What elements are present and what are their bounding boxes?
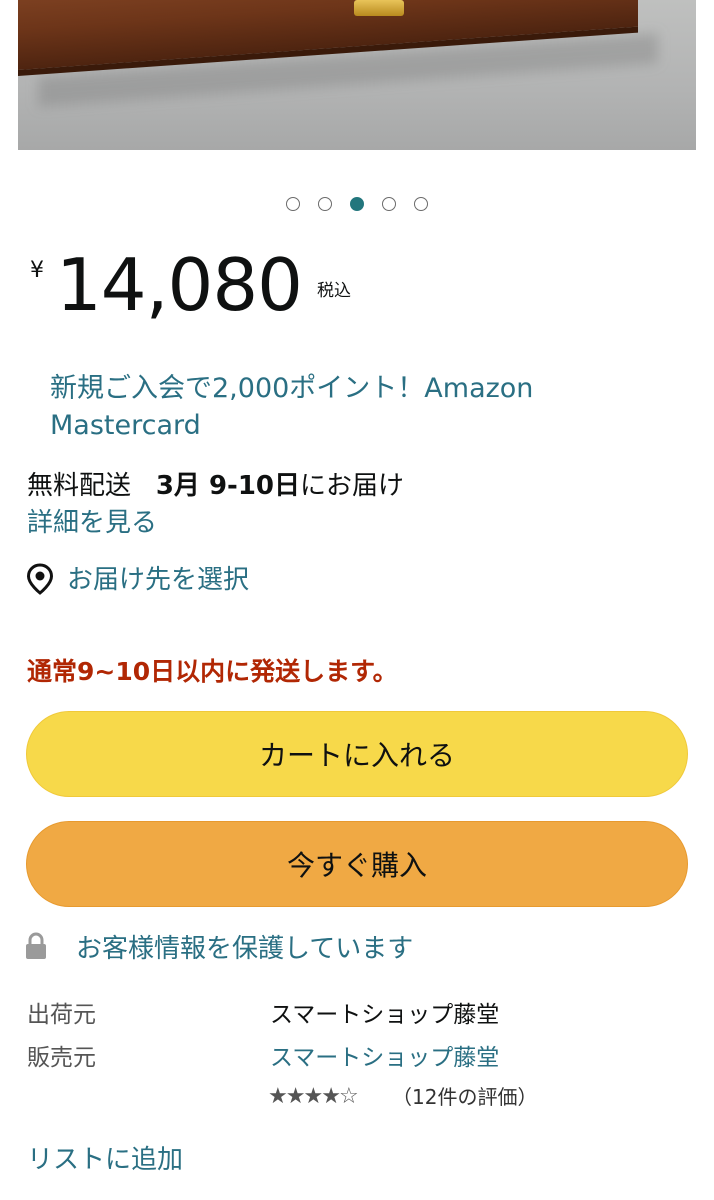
star-filled-icon: ★ [303, 1084, 323, 1109]
currency-symbol: ¥ [30, 258, 44, 283]
delivery-details-link[interactable]: 詳細を見る [27, 505, 157, 541]
sold-by-label: 販売元 [27, 1045, 96, 1071]
ships-from-label: 出荷元 [27, 1002, 96, 1028]
ships-from-value: スマートショップ藤堂 [270, 1002, 500, 1028]
delivery-date: 3月 9-10日 [155, 471, 301, 501]
add-to-list-link[interactable]: リストに追加 [27, 1143, 183, 1177]
image-carousel-dots[interactable] [0, 197, 714, 217]
carousel-dot[interactable] [286, 197, 300, 211]
delivery-suffix: にお届け [300, 471, 405, 501]
location-pin-icon[interactable] [26, 563, 54, 595]
shipping-time-note: 通常9~10日以内に発送します。 [27, 657, 398, 686]
carousel-dot[interactable] [382, 197, 396, 211]
star-filled-icon: ★ [268, 1084, 288, 1109]
delivery-info: 無料配送 3月 9-10日にお届け [27, 468, 404, 504]
seller-rating-stars[interactable]: ★★★★☆ [268, 1083, 359, 1111]
add-to-cart-button[interactable]: カートに入れる [26, 711, 688, 797]
box-latch-image [354, 0, 404, 16]
price-amount: 14,080 [56, 243, 303, 327]
carousel-dot[interactable] [414, 197, 428, 211]
seller-name-link[interactable]: スマートショップ藤堂 [270, 1042, 499, 1074]
star-filled-icon: ★ [285, 1084, 306, 1109]
carousel-dot[interactable] [318, 197, 332, 211]
buy-now-button[interactable]: 今すぐ購入 [26, 821, 688, 907]
lock-icon [26, 932, 46, 959]
secure-transaction-link[interactable]: お客様情報を保護しています [76, 932, 413, 966]
seller-rating-count[interactable]: （12件の評価） [392, 1083, 537, 1111]
carousel-dot[interactable] [350, 197, 364, 211]
select-delivery-address-link[interactable]: お届け先を選択 [67, 563, 249, 597]
tax-included-label: 税込 [317, 281, 351, 301]
free-delivery-label: 無料配送 [27, 471, 132, 501]
product-image[interactable] [18, 0, 696, 150]
card-promo-link[interactable]: 新規ご入会で2,000ポイント！Amazon Mastercard [50, 370, 610, 444]
star-filled-icon: ★ [321, 1084, 341, 1109]
star-empty-icon: ☆ [338, 1084, 359, 1109]
